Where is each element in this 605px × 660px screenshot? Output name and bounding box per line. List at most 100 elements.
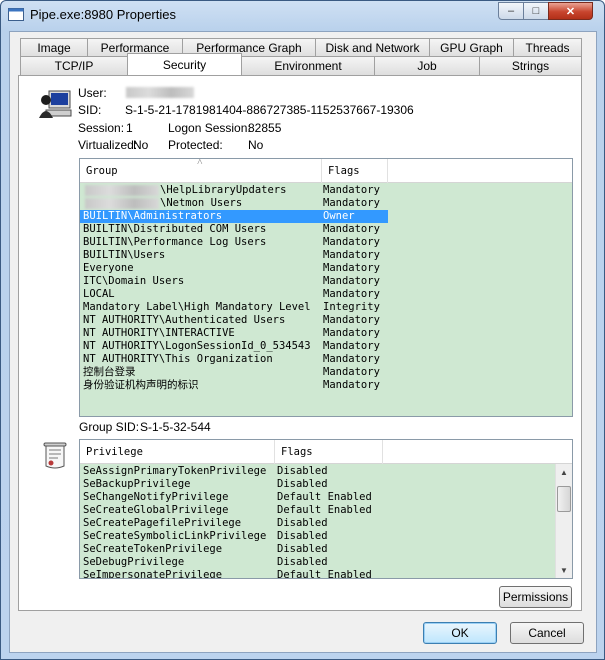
- group-flags: Mandatory: [323, 262, 380, 274]
- group-row[interactable]: NT AUTHORITY\LogonSessionId_0_534543 Mand…: [80, 340, 560, 353]
- dialog-client-area: Image Performance Performance Graph Disk…: [9, 31, 597, 653]
- privileges-list-header: Privilege Flags: [80, 440, 572, 464]
- tab-tcpip[interactable]: TCP/IP: [20, 56, 128, 75]
- maximize-button[interactable]: □: [523, 2, 549, 20]
- privilege-row[interactable]: SeBackupPrivilege Disabled: [80, 478, 550, 491]
- privileges-list[interactable]: Privilege Flags SeAssignPrimaryTokenPriv…: [79, 439, 573, 579]
- tab-job[interactable]: Job: [374, 56, 480, 75]
- flags-column-header[interactable]: Flags: [322, 159, 388, 183]
- tab-security[interactable]: Security: [127, 53, 242, 75]
- minimize-icon: –: [507, 5, 515, 17]
- cancel-button[interactable]: Cancel: [510, 622, 584, 644]
- tab-disk-and-network[interactable]: Disk and Network: [315, 38, 430, 57]
- groups-list[interactable]: Group ˄ Flags \HelpLibraryUpdaters Mandat…: [79, 158, 573, 417]
- logon-session-label: Logon Session:: [168, 121, 251, 135]
- group-name: \Netmon Users: [160, 197, 243, 209]
- group-row[interactable]: 身份验证机构声明的标识 Mandatory: [80, 379, 560, 392]
- protected-value: No: [248, 138, 264, 152]
- tab-gpu-graph[interactable]: GPU Graph: [429, 38, 514, 57]
- ok-button[interactable]: OK: [423, 622, 497, 644]
- group-name: BUILTIN\Administrators: [83, 210, 223, 222]
- privilege-name: SeCreatePagefilePrivilege: [83, 517, 242, 529]
- privilege-flags: Disabled: [277, 465, 328, 477]
- privilege-flags: Default Enabled: [277, 491, 372, 503]
- group-row[interactable]: BUILTIN\Distributed COM Users Mandatory: [80, 223, 560, 236]
- close-button[interactable]: ✕: [548, 2, 593, 20]
- group-row[interactable]: \Netmon Users Mandatory: [80, 197, 560, 210]
- group-row[interactable]: 控制台登录 Mandatory: [80, 366, 560, 379]
- privilege-name: SeCreateTokenPrivilege: [83, 543, 223, 555]
- group-name: NT AUTHORITY\This Organization: [83, 353, 273, 365]
- group-row[interactable]: BUILTIN\Users Mandatory: [80, 249, 560, 262]
- close-icon: ✕: [565, 5, 576, 18]
- title-bar[interactable]: Pipe.exe:8980 Properties – □ ✕: [1, 1, 604, 29]
- virtualized-value: No: [133, 138, 149, 152]
- group-flags: Mandatory: [323, 340, 380, 352]
- privilege-row[interactable]: SeCreateGlobalPrivilege Default Enabled: [80, 504, 550, 517]
- group-column-header[interactable]: Group ˄: [80, 159, 322, 183]
- group-name: \HelpLibraryUpdaters: [160, 184, 287, 196]
- privilege-flags-column-header[interactable]: Flags: [275, 440, 383, 464]
- window-title: Pipe.exe:8980 Properties: [30, 7, 176, 22]
- privilege-row[interactable]: SeChangeNotifyPrivilege Default Enabled: [80, 491, 550, 504]
- user-label: User:: [78, 86, 107, 100]
- group-flags: Mandatory: [323, 236, 380, 248]
- tab-threads[interactable]: Threads: [513, 38, 582, 57]
- privilege-row[interactable]: SeCreateTokenPrivilege Disabled: [80, 543, 550, 556]
- scrollbar-thumb[interactable]: [557, 486, 571, 512]
- group-name: Mandatory Label\High Mandatory Level: [83, 301, 311, 313]
- tab-image[interactable]: Image: [20, 38, 88, 57]
- group-row[interactable]: Mandatory Label\High Mandatory Level Inte…: [80, 301, 560, 314]
- group-flags: Mandatory: [323, 366, 380, 378]
- privilege-name: SeAssignPrimaryTokenPrivilege: [83, 465, 267, 477]
- group-row[interactable]: \HelpLibraryUpdaters Mandatory: [80, 184, 560, 197]
- privileges-scrollbar[interactable]: ▲ ▼: [555, 464, 572, 578]
- group-name: NT AUTHORITY\Authenticated Users: [83, 314, 286, 326]
- group-row[interactable]: BUILTIN\Administrators Owner: [80, 210, 388, 223]
- group-name: 身份验证机构声明的标识: [83, 379, 199, 391]
- scroll-down-icon[interactable]: ▼: [556, 562, 572, 578]
- privilege-name: SeCreateSymbolicLinkPrivilege: [83, 530, 267, 542]
- tab-environment[interactable]: Environment: [241, 56, 375, 75]
- virtualized-label: Virtualized:: [78, 138, 138, 152]
- group-flags: Mandatory: [323, 379, 380, 391]
- privilege-row[interactable]: SeCreatePagefilePrivilege Disabled: [80, 517, 550, 530]
- privilege-row[interactable]: SeAssignPrimaryTokenPrivilege Disabled: [80, 465, 550, 478]
- group-flags: Integrity: [323, 301, 380, 313]
- privilege-row[interactable]: SeCreateSymbolicLinkPrivilege Disabled: [80, 530, 550, 543]
- group-name: 控制台登录: [83, 366, 136, 378]
- sid-value: S-1-5-21-1781981404-886727385-1152537667…: [125, 103, 414, 117]
- group-flags: Owner: [323, 210, 355, 222]
- group-row[interactable]: NT AUTHORITY\INTERACTIVE Mandatory: [80, 327, 560, 340]
- group-name: BUILTIN\Users: [83, 249, 166, 261]
- group-flags: Mandatory: [323, 184, 380, 196]
- permissions-button[interactable]: Permissions: [499, 586, 572, 608]
- group-row[interactable]: ITC\Domain Users Mandatory: [80, 275, 560, 288]
- group-name: NT AUTHORITY\LogonSessionId_0_534543: [83, 340, 311, 352]
- privilege-name: SeImpersonatePrivilege: [83, 569, 223, 579]
- group-row[interactable]: LOCAL Mandatory: [80, 288, 560, 301]
- group-name: ITC\Domain Users: [83, 275, 185, 287]
- redacted-user: [126, 87, 194, 98]
- group-name: LOCAL: [83, 288, 115, 300]
- redacted-domain: [85, 185, 159, 196]
- minimize-button[interactable]: –: [498, 2, 524, 20]
- protected-label: Protected:: [168, 138, 223, 152]
- scroll-up-icon[interactable]: ▲: [556, 464, 572, 480]
- privilege-name: SeBackupPrivilege: [83, 478, 191, 490]
- tab-strings[interactable]: Strings: [479, 56, 582, 75]
- privilege-flags: Default Enabled: [277, 569, 372, 579]
- group-flags: Mandatory: [323, 353, 380, 365]
- privilege-row[interactable]: SeDebugPrivilege Disabled: [80, 556, 550, 569]
- privilege-row[interactable]: SeImpersonatePrivilege Default Enabled: [80, 569, 550, 579]
- session-value: 1: [126, 121, 133, 135]
- privilege-flags: Default Enabled: [277, 504, 372, 516]
- group-flags: Mandatory: [323, 249, 380, 261]
- computer-user-icon: [39, 90, 72, 118]
- group-row[interactable]: BUILTIN\Performance Log Users Mandatory: [80, 236, 560, 249]
- group-flags: Mandatory: [323, 288, 380, 300]
- privilege-column-header[interactable]: Privilege: [80, 440, 275, 464]
- group-row[interactable]: NT AUTHORITY\Authenticated Users Mandator…: [80, 314, 560, 327]
- group-row[interactable]: Everyone Mandatory: [80, 262, 560, 275]
- group-row[interactable]: NT AUTHORITY\This Organization Mandatory: [80, 353, 560, 366]
